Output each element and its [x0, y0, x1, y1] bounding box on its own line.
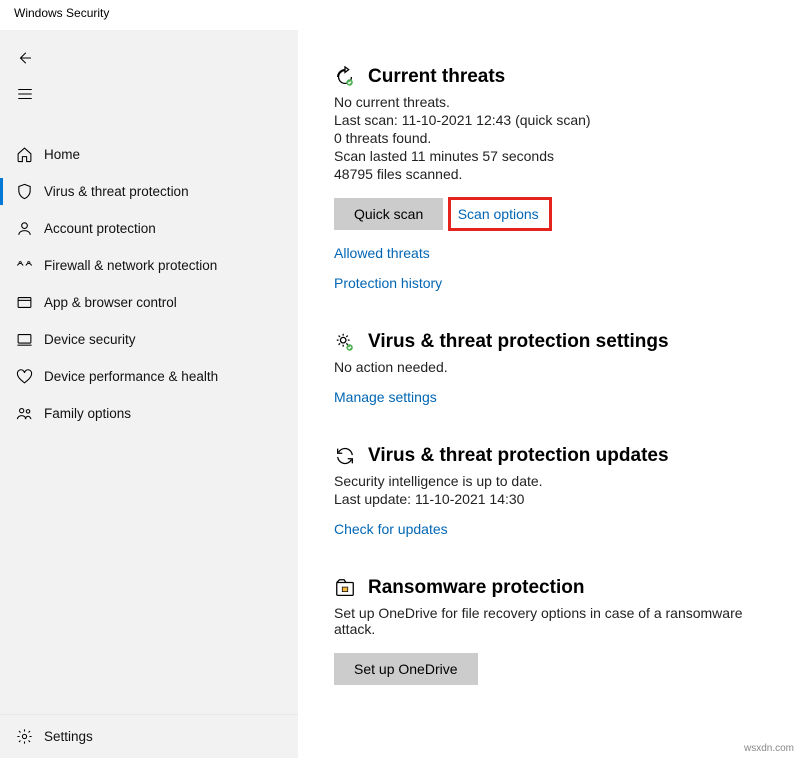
updates-refresh-icon — [334, 445, 356, 467]
section-heading: Ransomware protection — [368, 577, 584, 599]
sidebar: Home Virus & threat protection Account p… — [0, 30, 298, 758]
window-title: Windows Security — [0, 0, 800, 30]
sidebar-item-label: Device security — [44, 332, 136, 347]
content: Current threats No current threats. Last… — [298, 30, 800, 758]
sidebar-item-label: Account protection — [44, 221, 156, 236]
scan-options-highlight: Scan options — [448, 197, 552, 231]
section-heading: Current threats — [368, 66, 505, 88]
shield-icon — [16, 183, 44, 200]
menu-button[interactable] — [0, 76, 44, 112]
back-button[interactable] — [0, 40, 44, 76]
setup-onedrive-button[interactable]: Set up OneDrive — [334, 653, 478, 685]
family-icon — [16, 405, 44, 422]
settings-status: No action needed. — [334, 359, 776, 375]
settings-gear-icon — [334, 331, 356, 353]
section-heading: Virus & threat protection updates — [368, 445, 669, 467]
sidebar-item-label: Family options — [44, 406, 131, 421]
home-icon — [16, 146, 44, 163]
protection-history-link[interactable]: Protection history — [334, 275, 776, 291]
sidebar-settings-label: Settings — [44, 729, 93, 744]
gear-icon — [16, 728, 44, 745]
threats-found: 0 threats found. — [334, 130, 776, 146]
heart-icon — [16, 368, 44, 385]
sidebar-item-devicesec[interactable]: Device security — [0, 321, 298, 358]
scan-options-link[interactable]: Scan options — [458, 206, 539, 222]
section-ransomware: Ransomware protection Set up OneDrive fo… — [334, 577, 776, 685]
sidebar-item-firewall[interactable]: Firewall & network protection — [0, 247, 298, 284]
sidebar-item-home[interactable]: Home — [0, 136, 298, 173]
allowed-threats-link[interactable]: Allowed threats — [334, 245, 776, 261]
hamburger-icon — [16, 85, 34, 103]
check-updates-link[interactable]: Check for updates — [334, 521, 776, 537]
threats-status: No current threats. — [334, 94, 776, 110]
section-vtp-settings: Virus & threat protection settings No ac… — [334, 331, 776, 405]
section-current-threats: Current threats No current threats. Last… — [334, 66, 776, 291]
device-icon — [16, 331, 44, 348]
sidebar-item-account[interactable]: Account protection — [0, 210, 298, 247]
quick-scan-button[interactable]: Quick scan — [334, 198, 443, 230]
section-vtp-updates: Virus & threat protection updates Securi… — [334, 445, 776, 537]
sidebar-item-virus[interactable]: Virus & threat protection — [0, 173, 298, 210]
person-icon — [16, 220, 44, 237]
sidebar-item-health[interactable]: Device performance & health — [0, 358, 298, 395]
sidebar-item-label: Virus & threat protection — [44, 184, 189, 199]
browser-icon — [16, 294, 44, 311]
threat-scan-icon — [334, 66, 356, 88]
ransomware-folder-icon — [334, 577, 356, 599]
ransomware-desc: Set up OneDrive for file recovery option… — [334, 605, 776, 637]
section-heading: Virus & threat protection settings — [368, 331, 669, 353]
sidebar-item-label: Home — [44, 147, 80, 162]
watermark: wsxdn.com — [744, 743, 794, 754]
sidebar-item-label: App & browser control — [44, 295, 177, 310]
threats-lastscan: Last scan: 11-10-2021 12:43 (quick scan) — [334, 112, 776, 128]
manage-settings-link[interactable]: Manage settings — [334, 389, 776, 405]
threats-duration: Scan lasted 11 minutes 57 seconds — [334, 148, 776, 164]
sidebar-item-appbrowser[interactable]: App & browser control — [0, 284, 298, 321]
sidebar-item-label: Device performance & health — [44, 369, 218, 384]
network-icon — [16, 257, 44, 274]
sidebar-item-settings[interactable]: Settings — [0, 714, 298, 758]
updates-last: Last update: 11-10-2021 14:30 — [334, 491, 776, 507]
back-arrow-icon — [16, 49, 34, 67]
updates-status: Security intelligence is up to date. — [334, 473, 776, 489]
nav-list: Home Virus & threat protection Account p… — [0, 136, 298, 432]
threats-files: 48795 files scanned. — [334, 166, 776, 182]
sidebar-item-family[interactable]: Family options — [0, 395, 298, 432]
sidebar-item-label: Firewall & network protection — [44, 258, 217, 273]
